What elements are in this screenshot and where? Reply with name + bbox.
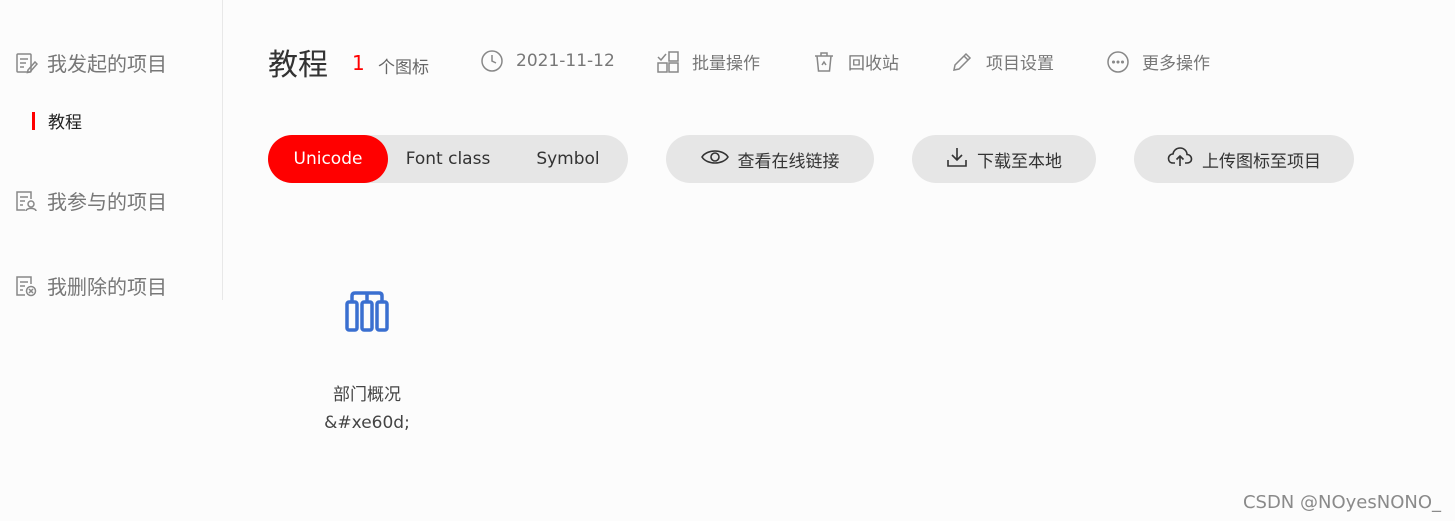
sidebar-item-deleted-projects[interactable]: 我删除的项目 (14, 271, 167, 300)
tab-unicode[interactable]: Unicode (268, 135, 388, 183)
date-text: 2021-11-12 (516, 51, 615, 71)
code-type-tabs: Unicode Font class Symbol (268, 135, 628, 183)
download-icon (946, 146, 968, 173)
grid-check-icon (656, 50, 680, 74)
project-settings-label: 项目设置 (986, 54, 1054, 74)
eye-icon (700, 147, 729, 172)
sidebar-item-label: 我发起的项目 (47, 52, 167, 76)
page-title: 教程 (268, 48, 328, 83)
sidebar-item-my-projects[interactable]: 我发起的项目 (14, 48, 167, 77)
view-online-link-label: 查看在线链接 (737, 151, 840, 172)
batch-operation-label: 批量操作 (692, 54, 760, 74)
download-local-label: 下载至本地 (977, 151, 1062, 172)
more-actions-button[interactable]: 更多操作 (1106, 49, 1210, 74)
tab-symbol[interactable]: Symbol (508, 135, 628, 183)
upload-icons-label: 上传图标至项目 (1202, 151, 1321, 172)
batch-operation-button[interactable]: 批量操作 (656, 49, 760, 74)
icon-card[interactable]: 部门概况 &#xe60d; (316, 284, 418, 433)
delete-document-icon (14, 274, 38, 298)
view-online-link-button[interactable]: 查看在线链接 (666, 135, 874, 183)
pencil-icon (950, 50, 974, 74)
sidebar-subitem-label: 教程 (48, 113, 82, 133)
watermark: CSDN @NOyesNONO_ (1242, 492, 1441, 513)
recycle-bin-label: 回收站 (848, 54, 899, 74)
sidebar-item-label: 我删除的项目 (47, 275, 167, 299)
clock-icon (480, 49, 504, 73)
department-overview-icon (345, 284, 389, 334)
user-document-icon (14, 189, 38, 213)
sidebar-subitem-tutorial[interactable]: 教程 (32, 108, 82, 133)
sidebar: 我发起的项目 教程 我参与的项目 我删除的项目 (0, 0, 223, 300)
icon-count-unit: 个图标 (378, 58, 429, 78)
tab-font-class[interactable]: Font class (388, 135, 508, 183)
recycle-bin-button[interactable]: 回收站 (812, 49, 899, 74)
more-actions-label: 更多操作 (1142, 54, 1210, 74)
cloud-upload-icon (1167, 146, 1193, 173)
trash-icon (812, 50, 836, 74)
download-local-button[interactable]: 下载至本地 (912, 135, 1096, 183)
icon-count: 1 (352, 51, 365, 75)
icon-unicode: &#xe60d; (324, 413, 410, 433)
project-settings-button[interactable]: 项目设置 (950, 49, 1054, 74)
active-indicator (32, 111, 35, 130)
upload-icons-button[interactable]: 上传图标至项目 (1134, 135, 1354, 183)
date-info: 2021-11-12 (480, 49, 615, 73)
sidebar-item-joined-projects[interactable]: 我参与的项目 (14, 186, 167, 215)
more-dots-icon (1106, 50, 1130, 74)
sidebar-item-label: 我参与的项目 (47, 190, 167, 214)
icon-name: 部门概况 (333, 385, 401, 405)
edit-document-icon (14, 51, 39, 75)
